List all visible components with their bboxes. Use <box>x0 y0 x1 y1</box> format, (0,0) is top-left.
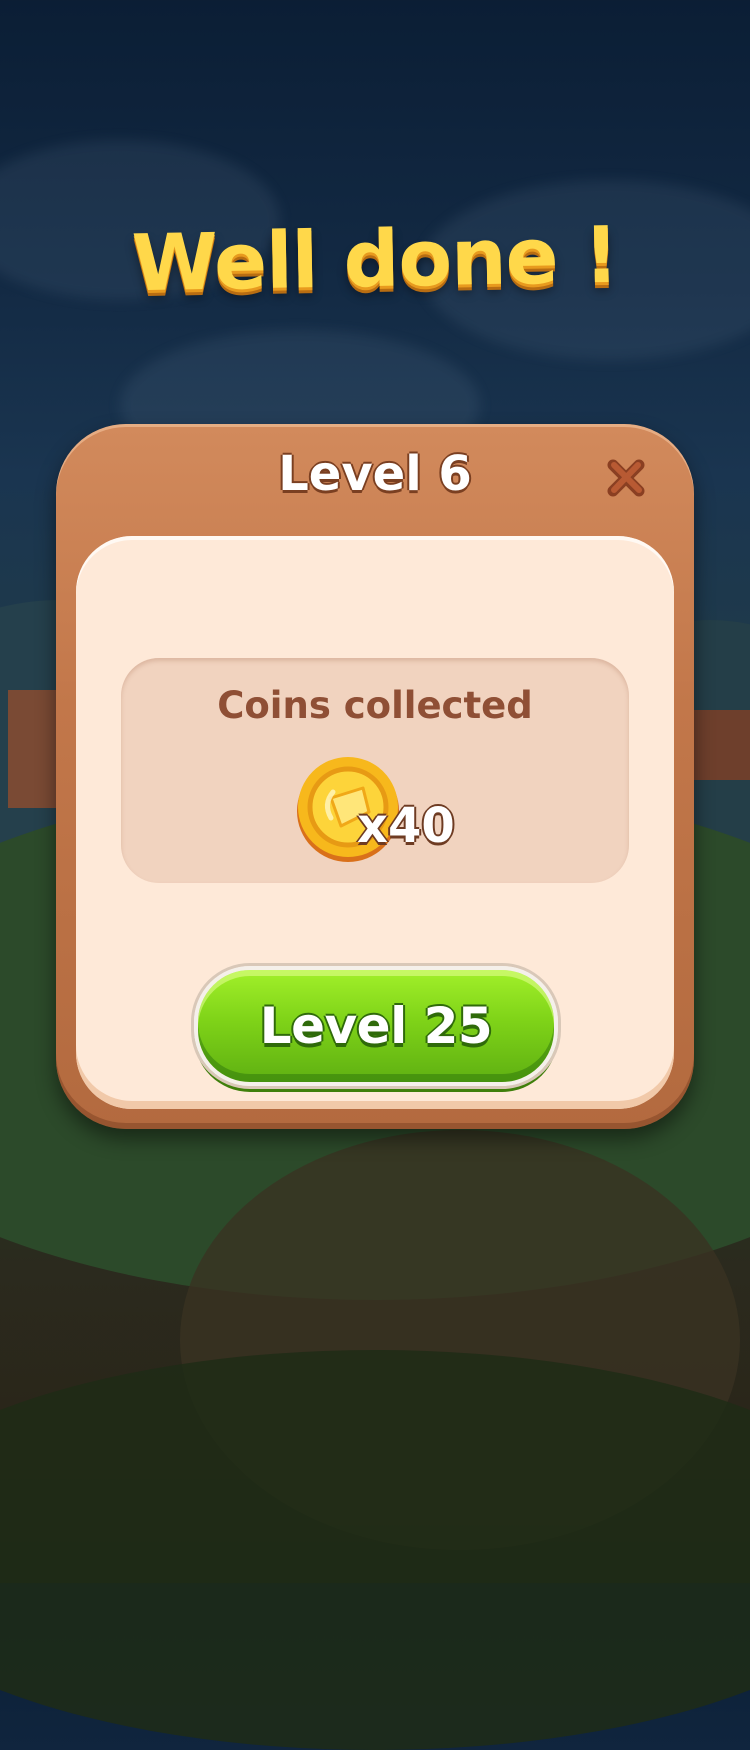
coin-count: x40 <box>357 798 455 854</box>
next-level-button[interactable]: Level 25 <box>194 966 558 1086</box>
coins-collected-label: Coins collected <box>217 684 533 727</box>
well-done-headline: Well done ! <box>131 210 619 310</box>
level-complete-dialog: Level 6 Coins collected x40 Level 25 <box>56 424 694 1129</box>
farmhouse-left <box>8 690 56 808</box>
close-icon <box>607 459 645 497</box>
farmhouse-right <box>688 710 750 780</box>
dialog-title: Level 6 <box>278 446 472 502</box>
close-button[interactable] <box>600 452 652 504</box>
coins-collected-box: Coins collected x40 <box>121 658 629 883</box>
next-level-button-label: Level 25 <box>259 997 493 1055</box>
dialog-content-panel: Coins collected x40 Level 25 <box>76 536 674 1109</box>
